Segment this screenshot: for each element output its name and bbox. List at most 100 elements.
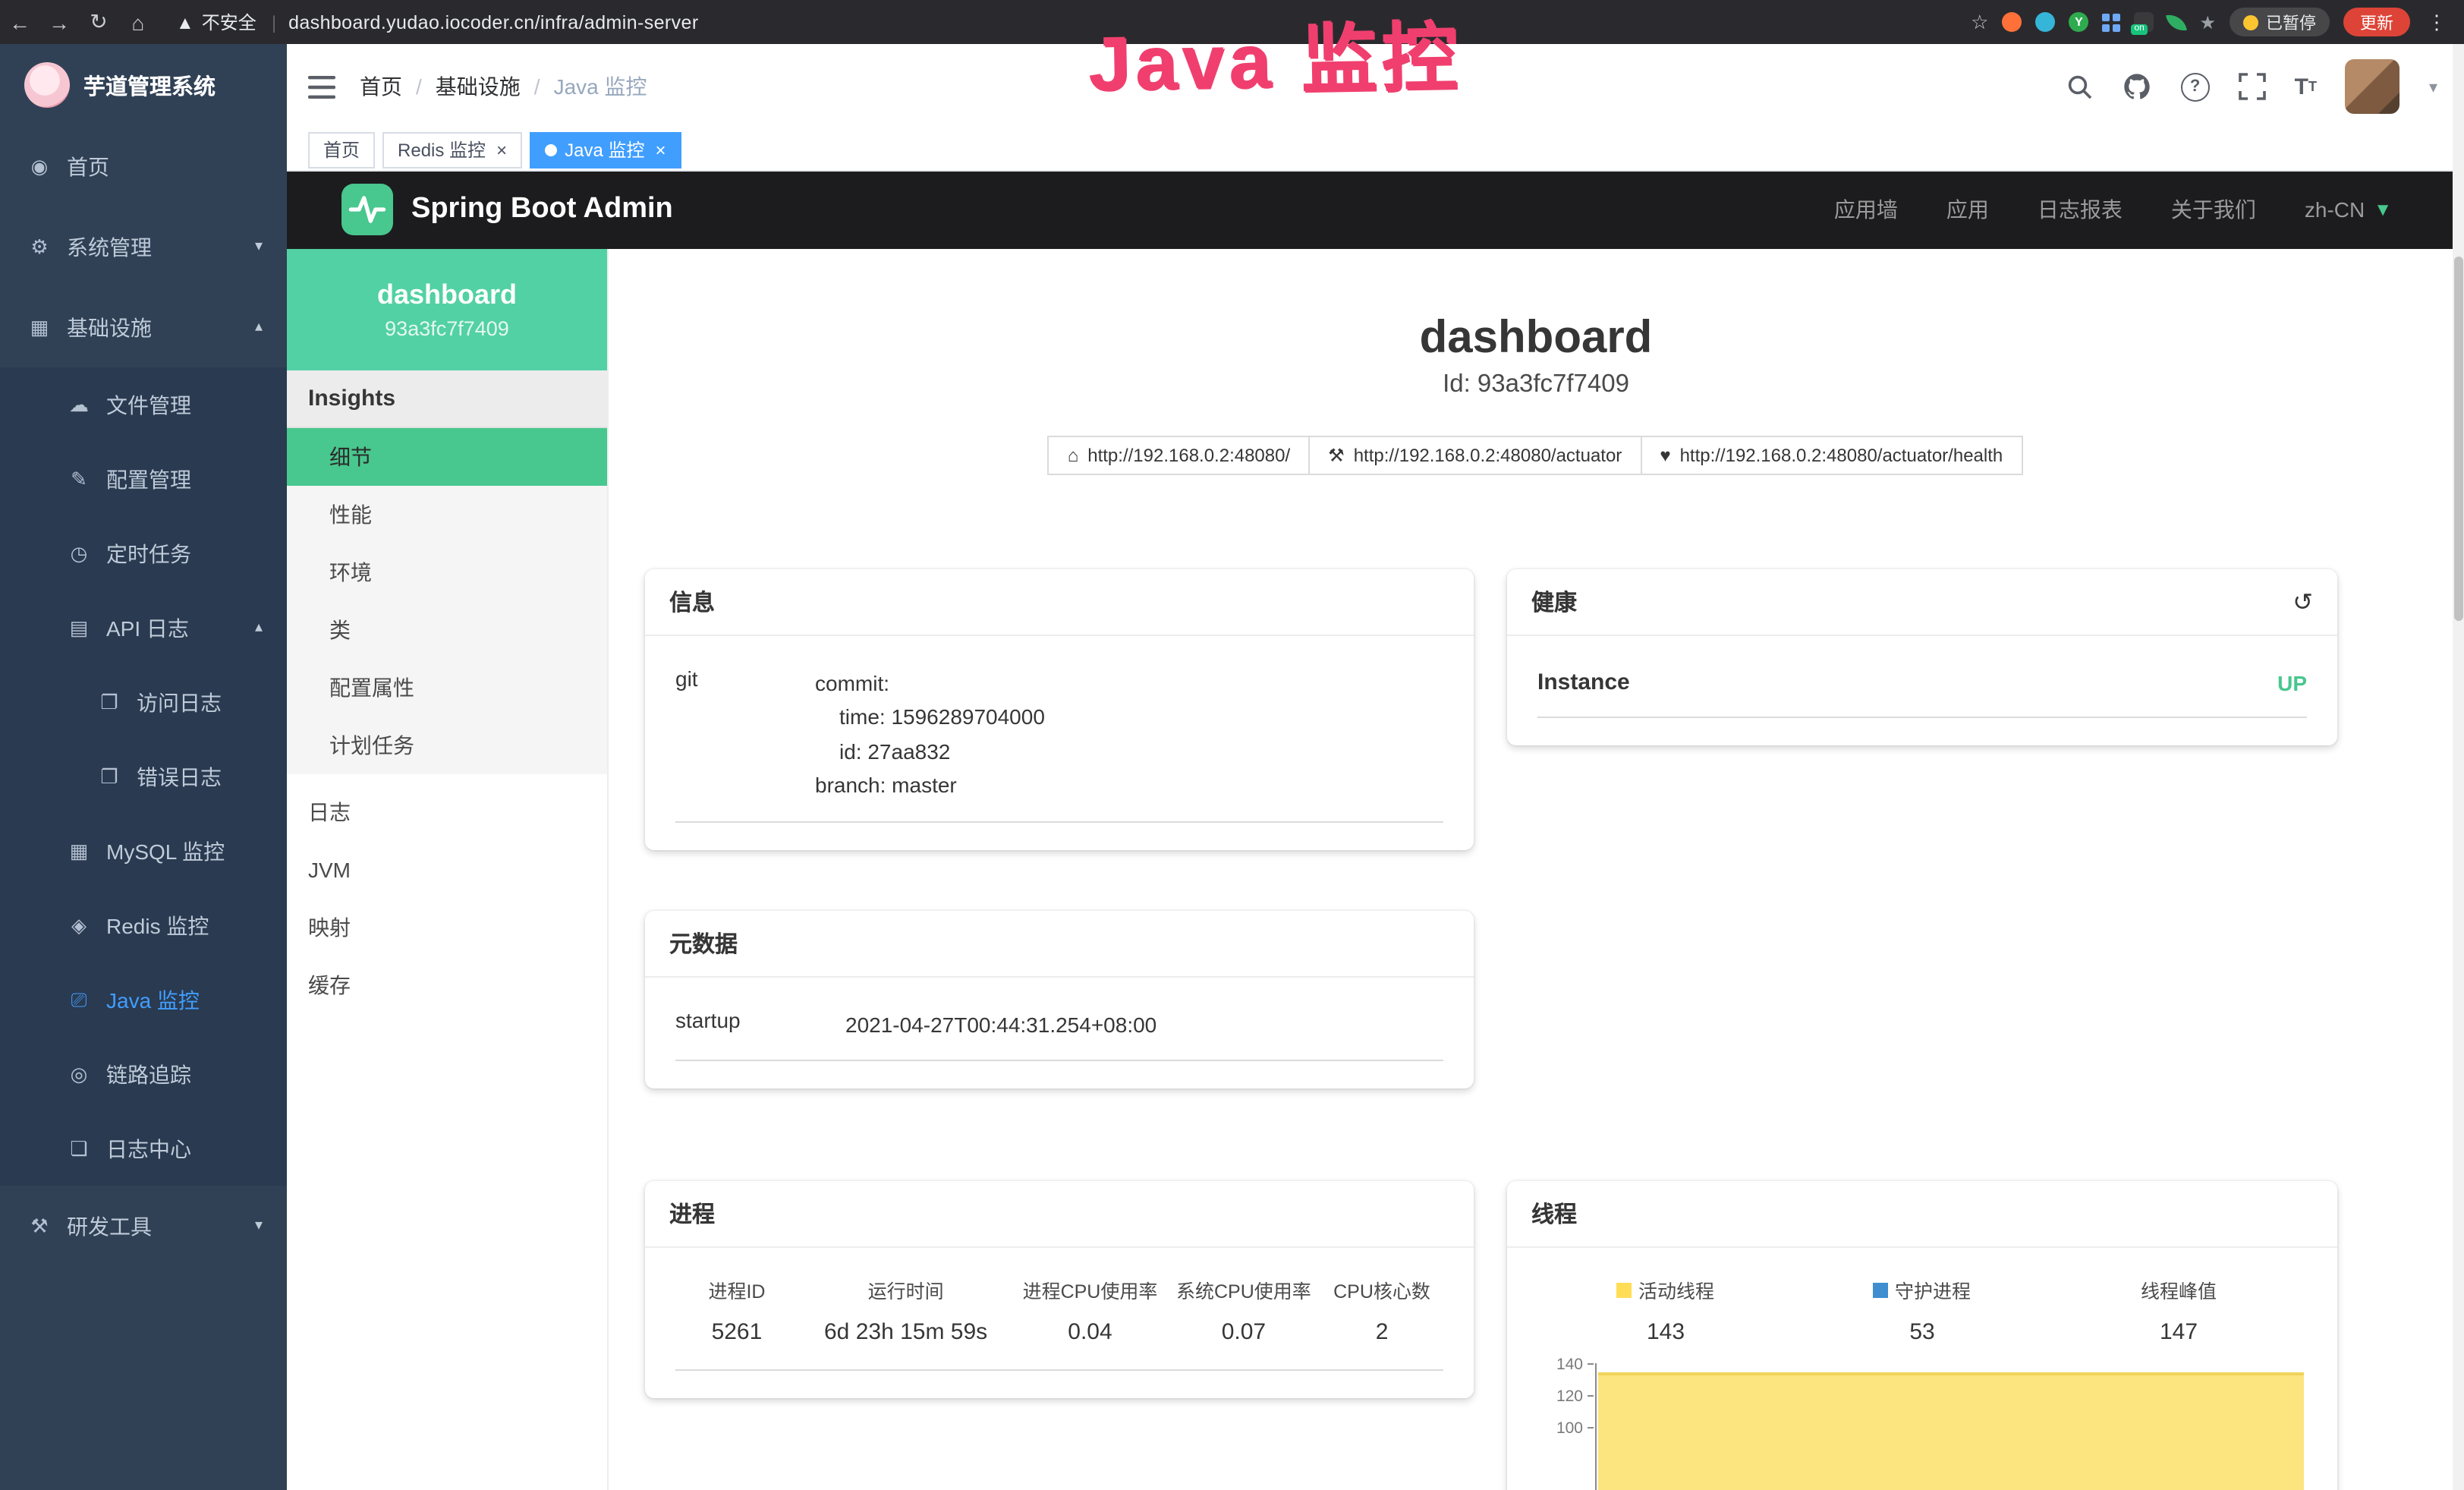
paused-badge[interactable]: 已暂停: [2230, 8, 2330, 36]
sidebar-item-trace[interactable]: ◎ 链路追踪: [0, 1037, 287, 1111]
app-logo-row[interactable]: 芋道管理系统: [0, 44, 287, 126]
user-avatar[interactable]: [2346, 59, 2400, 114]
sidebar-item-config-management[interactable]: ✎ 配置管理: [0, 442, 287, 516]
sidebar-item-java-monitor[interactable]: ⎚ Java 监控: [0, 962, 287, 1037]
main-content: dashboard Id: 93a3fc7f7409 ⌂ http://192.…: [607, 249, 2464, 1490]
sidebar-item-mysql-monitor[interactable]: ▦ MySQL 监控: [0, 814, 287, 888]
process-card-title: 进程: [645, 1181, 1474, 1248]
dashboard-icon: ◉: [27, 154, 52, 178]
bookmark-star-icon[interactable]: ☆: [1971, 10, 1988, 34]
extension-icon-drop[interactable]: [2035, 12, 2055, 32]
close-icon[interactable]: ×: [496, 139, 507, 160]
sba-nav-applications[interactable]: 应用: [1946, 194, 1989, 225]
instance-item-logs[interactable]: 日志: [287, 783, 607, 841]
instance-root-group: 日志 JVM 映射 缓存: [287, 783, 607, 1014]
search-icon[interactable]: [2066, 73, 2093, 100]
chevron-down-icon: ▾: [255, 1218, 263, 1234]
extension-icon-grid[interactable]: [2102, 13, 2120, 31]
insight-item-classes[interactable]: 类: [287, 601, 607, 659]
history-icon[interactable]: ↺: [2292, 587, 2313, 617]
sidebar-item-redis-monitor[interactable]: ◈ Redis 监控: [0, 888, 287, 962]
health-url-button[interactable]: ♥ http://192.168.0.2:48080/actuator/heal…: [1640, 436, 2022, 475]
help-icon[interactable]: ?: [2181, 72, 2210, 101]
extension-icon-y[interactable]: Y: [2069, 12, 2088, 32]
monitor-icon: ⎚: [67, 988, 91, 1012]
insight-item-performance[interactable]: 性能: [287, 486, 607, 543]
forward-icon[interactable]: →: [39, 10, 79, 34]
doc-icon: ❐: [97, 690, 121, 714]
sidebar-item-error-logs[interactable]: ❐ 错误日志: [0, 739, 287, 814]
extension-icon-star[interactable]: ★: [2199, 11, 2216, 33]
legend-peak-threads: 线程峰值 147: [2050, 1275, 2307, 1345]
sba-nav-about[interactable]: 关于我们: [2171, 194, 2256, 225]
sba-logo-icon[interactable]: [341, 184, 393, 235]
sba-nav-journal[interactable]: 日志报表: [2038, 194, 2123, 225]
security-label: 不安全: [202, 9, 256, 35]
metric-system-cpu: 系统CPU使用率 0.07: [1167, 1275, 1320, 1345]
metadata-row-startup: startup 2021-04-27T00:44:31.254+08:00: [675, 999, 1443, 1062]
process-card: 进程 进程ID 5261 运行时间 6d 23h 15m 59s 进程CPU使用…: [645, 1181, 1474, 1398]
tab-home[interactable]: 首页: [308, 131, 375, 168]
extension-icon-fox[interactable]: [2002, 12, 2022, 32]
update-button[interactable]: 更新: [2343, 8, 2410, 36]
insight-item-config-props[interactable]: 配置属性: [287, 659, 607, 717]
health-instance-row[interactable]: Instance UP: [1537, 657, 2307, 718]
sidebar-item-dev-tools[interactable]: ⚒ 研发工具 ▾: [0, 1186, 287, 1266]
sba-locale-select[interactable]: zh-CN ▼: [2305, 197, 2392, 222]
y-axis-tick-label: 140: [1537, 1356, 1583, 1374]
info-row-git: git commit: time: 1596289704000 id: 27aa…: [675, 657, 1443, 822]
instance-item-caches[interactable]: 缓存: [287, 956, 607, 1014]
sidebar-item-log-center[interactable]: ❏ 日志中心: [0, 1111, 287, 1186]
sba-nav: 应用墙 应用 日志报表 关于我们 zh-CN ▼: [1834, 194, 2464, 225]
actuator-url-button[interactable]: ⚒ http://192.168.0.2:48080/actuator: [1308, 436, 1641, 475]
github-icon[interactable]: [2122, 71, 2152, 102]
insight-item-environment[interactable]: 环境: [287, 543, 607, 601]
fullscreen-icon[interactable]: [2239, 73, 2266, 100]
instance-item-mappings[interactable]: 映射: [287, 899, 607, 956]
extension-icon-on-badge[interactable]: on: [2134, 12, 2154, 32]
close-icon[interactable]: ×: [655, 139, 666, 160]
scrollbar-thumb[interactable]: [2454, 257, 2463, 621]
sidebar-item-api-logs[interactable]: ▤ API 日志 ▴: [0, 591, 287, 665]
sidebar-item-home[interactable]: ◉ 首页: [0, 126, 287, 206]
window-scrollbar[interactable]: [2453, 44, 2464, 1490]
sba-title[interactable]: Spring Boot Admin: [411, 193, 673, 226]
tab-java-monitor[interactable]: Java 监控 ×: [530, 131, 681, 168]
breadcrumb-infrastructure[interactable]: 基础设施: [436, 71, 521, 102]
breadcrumb-home[interactable]: 首页: [360, 71, 402, 102]
y-axis-tick-label: 100: [1537, 1419, 1583, 1438]
sidebar-item-system[interactable]: ⚙ 系统管理 ▾: [0, 206, 287, 287]
mysql-icon: ▦: [67, 839, 91, 863]
font-size-icon[interactable]: TT: [2295, 74, 2317, 99]
sidebar-item-infrastructure[interactable]: ▦ 基础设施 ▴: [0, 287, 287, 367]
sba-nav-wallboard[interactable]: 应用墙: [1834, 194, 1898, 225]
refresh-icon[interactable]: ↻: [79, 9, 118, 35]
security-chip[interactable]: ▲ 不安全: [176, 9, 256, 35]
hamburger-icon[interactable]: [308, 75, 335, 98]
kebab-menu-icon[interactable]: ⋮: [2427, 10, 2447, 34]
page-subtitle: Id: 93a3fc7f7409: [607, 370, 2464, 399]
back-icon[interactable]: ←: [0, 10, 39, 34]
insight-item-details[interactable]: 细节: [287, 428, 607, 486]
metric-pid: 进程ID 5261: [675, 1275, 798, 1345]
address-bar[interactable]: dashboard.yudao.iocoder.cn/infra/admin-s…: [288, 11, 699, 33]
chip-divider: |: [272, 11, 276, 33]
caret-down-icon[interactable]: ▾: [2429, 77, 2437, 96]
instance-item-jvm[interactable]: JVM: [287, 841, 607, 899]
emoji-face-icon: [2243, 14, 2258, 30]
tab-bar: 首页 Redis 监控 × Java 监控 ×: [287, 129, 2464, 172]
sidebar-item-file-management[interactable]: ☁ 文件管理: [0, 367, 287, 442]
threads-card-title: 线程: [1507, 1181, 2337, 1248]
metric-process-cpu: 进程CPU使用率 0.04: [1013, 1275, 1166, 1345]
annotation-text: Java 监控: [925, 0, 1625, 115]
insight-item-scheduled-tasks[interactable]: 计划任务: [287, 717, 607, 774]
home-icon[interactable]: ⌂: [118, 10, 158, 34]
instance-header[interactable]: dashboard 93a3fc7f7409: [287, 249, 607, 370]
sidebar-item-scheduled-tasks[interactable]: ◷ 定时任务: [0, 516, 287, 591]
extension-icon-leaf[interactable]: [2167, 11, 2188, 33]
instance-name: dashboard: [377, 279, 517, 311]
service-url-button[interactable]: ⌂ http://192.168.0.2:48080/: [1048, 436, 1310, 475]
tab-redis-monitor[interactable]: Redis 监控 ×: [382, 131, 522, 168]
sidebar-item-access-logs[interactable]: ❐ 访问日志: [0, 665, 287, 739]
wrench-icon: ⚒: [1328, 445, 1345, 466]
